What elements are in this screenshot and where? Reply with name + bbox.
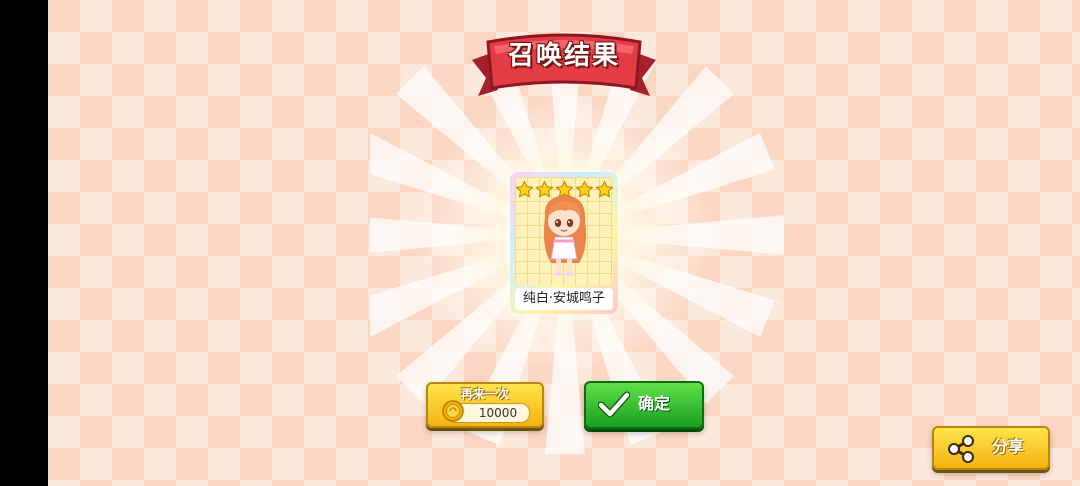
star-icon xyxy=(595,180,614,200)
card-name: 纯白·安城鸣子 xyxy=(515,288,613,310)
check-icon xyxy=(598,391,630,418)
summon-cost: 10000 xyxy=(478,406,518,420)
coin-icon xyxy=(442,400,464,422)
summon-again-button[interactable]: 再来一次 10000 xyxy=(426,382,544,428)
rarity-stars xyxy=(514,180,614,200)
star-icon xyxy=(555,180,574,200)
share-icon xyxy=(948,435,974,463)
game-screen: 召唤结果 纯白·安城鸣子 再来一次 10000 确定 分享 xyxy=(0,0,1080,486)
star-icon xyxy=(575,180,594,200)
share-label: 分享 xyxy=(992,437,1025,456)
confirm-button[interactable]: 确定 xyxy=(584,381,704,429)
share-button[interactable]: 分享 xyxy=(932,426,1050,470)
page-title: 召唤结果 xyxy=(507,41,620,71)
character-card[interactable]: 纯白·安城鸣子 xyxy=(510,172,618,314)
left-black-bar xyxy=(0,0,48,486)
confirm-label: 确定 xyxy=(638,394,671,413)
star-icon xyxy=(535,180,554,200)
star-icon xyxy=(515,180,534,200)
